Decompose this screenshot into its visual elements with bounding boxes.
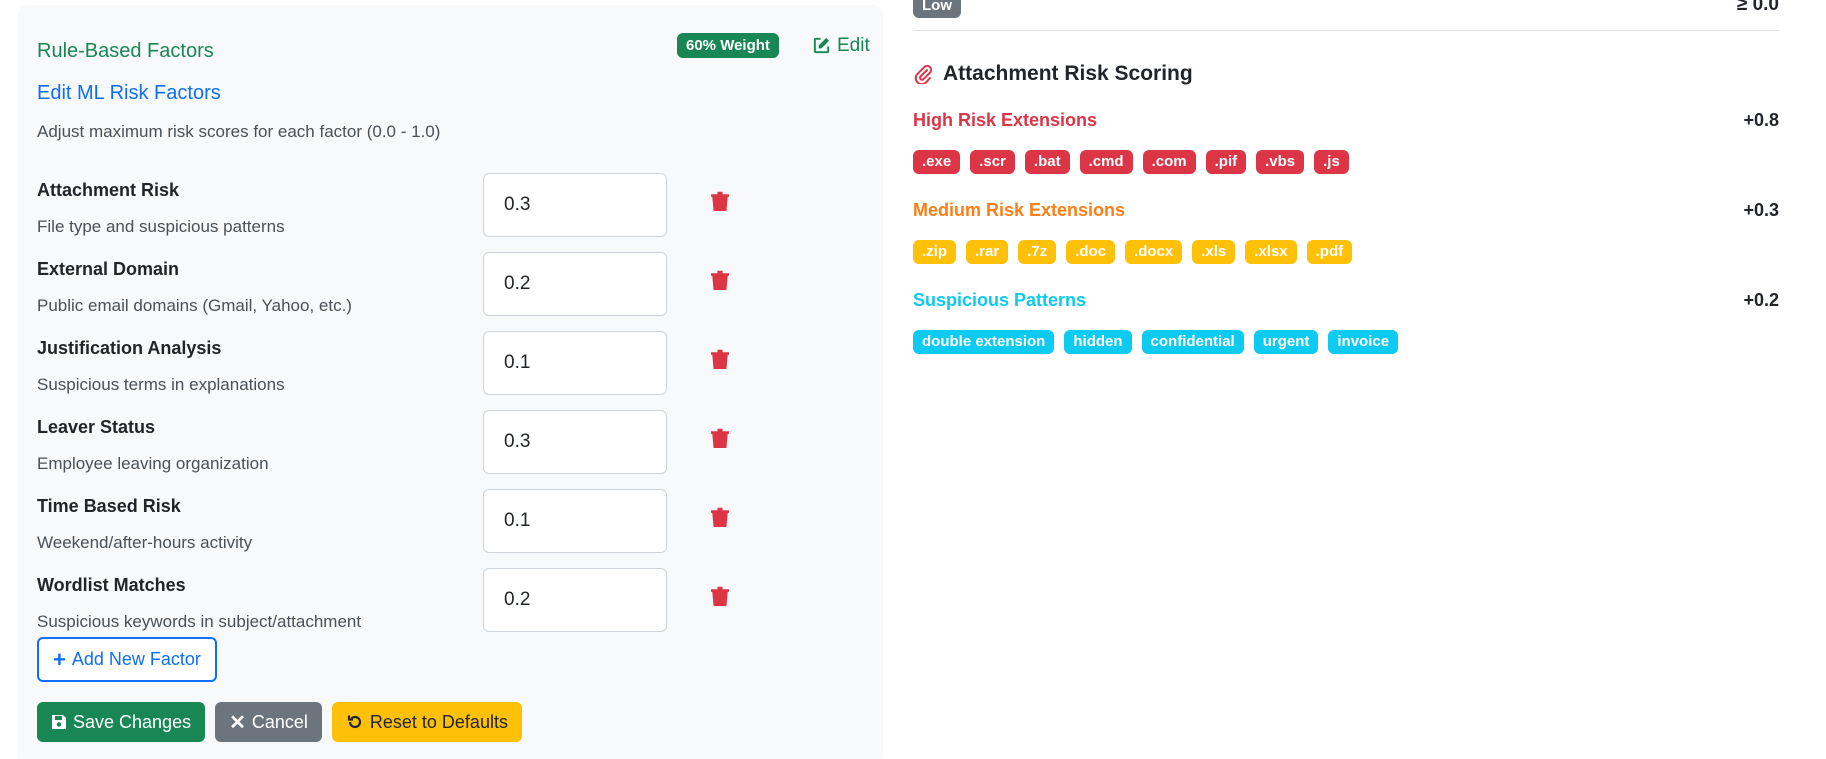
ml-factors-title[interactable]: Edit ML Risk Factors <box>37 82 221 105</box>
category-label: High Risk Extensions <box>913 110 1098 130</box>
extension-chip: .xlsx <box>1245 240 1297 264</box>
ml-factors-description: Adjust maximum risk scores for each fact… <box>37 122 441 141</box>
factor-score-input[interactable] <box>483 410 667 474</box>
save-icon <box>52 715 66 729</box>
trash-icon[interactable] <box>711 507 729 529</box>
factor-score-input[interactable] <box>483 173 667 237</box>
reset-defaults-button[interactable]: Reset to Defaults <box>331 702 522 742</box>
medium-risk-category: Medium Risk Extensions +0.3 <box>913 200 1779 224</box>
factor-description: File type and suspicious patterns <box>37 217 285 236</box>
extension-chip: .exe <box>913 150 961 174</box>
trash-icon[interactable] <box>711 270 729 292</box>
factor-score-input[interactable] <box>483 489 667 553</box>
factor-row: Attachment Risk File type and suspicious… <box>37 173 867 248</box>
high-risk-category: High Risk Extensions +0.8 <box>913 110 1779 134</box>
pattern-chip: hidden <box>1064 330 1132 354</box>
high-risk-chips: .exe .scr .bat .cmd .com .pif .vbs .js <box>913 150 1349 174</box>
add-factor-label: Add New Factor <box>71 649 201 669</box>
attachment-risk-panel: Low ≥ 0.0 Attachment Risk Scoring High R… <box>913 0 1779 759</box>
x-icon: ✕ <box>229 711 246 734</box>
edit-label: Edit <box>837 35 870 56</box>
paperclip-icon <box>914 64 933 84</box>
pattern-chip: confidential <box>1141 330 1244 354</box>
factor-score-input[interactable] <box>483 568 667 632</box>
trash-icon[interactable] <box>711 428 729 450</box>
add-factor-button[interactable]: + Add New Factor <box>37 637 217 682</box>
factor-name: Time Based Risk <box>37 496 181 516</box>
threshold-low-badge: Low <box>913 0 961 18</box>
factor-description: Suspicious keywords in subject/attachmen… <box>37 612 362 631</box>
category-label: Medium Risk Extensions <box>913 200 1126 220</box>
rule-based-title: Rule-Based Factors <box>37 40 214 62</box>
factor-row: Time Based Risk Weekend/after-hours acti… <box>37 489 867 564</box>
edit-button[interactable]: Edit <box>812 33 870 58</box>
divider <box>913 30 1779 31</box>
extension-chip: .vbs <box>1256 150 1305 174</box>
extension-chip: .js <box>1314 150 1349 174</box>
threshold-value: ≥ 0.0 <box>1736 0 1779 15</box>
weight-badge: 60% Weight <box>677 33 779 58</box>
action-buttons: Save Changes ✕ Cancel Reset to Defaults <box>37 702 522 742</box>
factor-name: External Domain <box>37 259 180 279</box>
extension-chip: .cmd <box>1079 150 1133 174</box>
extension-chip: .pdf <box>1306 240 1353 264</box>
rule-based-panel: Rule-Based Factors 60% Weight Edit Edit … <box>18 5 883 759</box>
factor-row: Justification Analysis Suspicious terms … <box>37 331 867 406</box>
factor-description: Public email domains (Gmail, Yahoo, etc.… <box>37 296 352 315</box>
extension-chip: .zip <box>913 240 956 264</box>
extension-chip: .pif <box>1205 150 1247 174</box>
cancel-button[interactable]: ✕ Cancel <box>215 702 322 742</box>
cancel-label: Cancel <box>251 711 308 732</box>
category-score: +0.3 <box>1743 200 1779 220</box>
attachment-scoring-label: Attachment Risk Scoring <box>943 62 1193 85</box>
suspicious-pattern-chips: double extension hidden confidential urg… <box>913 330 1399 354</box>
pattern-chip: double extension <box>913 330 1055 354</box>
extension-chip: .xls <box>1192 240 1236 264</box>
factor-score-input[interactable] <box>483 252 667 316</box>
medium-risk-chips: .zip .rar .7z .doc .docx .xls .xlsx .pdf <box>913 240 1353 264</box>
suspicious-patterns-category: Suspicious Patterns +0.2 <box>913 290 1779 314</box>
extension-chip: .7z <box>1018 240 1057 264</box>
reset-icon <box>347 715 361 729</box>
extension-chip: .rar <box>966 240 1009 264</box>
reset-label: Reset to Defaults <box>369 711 508 732</box>
factor-row: Leaver Status Employee leaving organizat… <box>37 410 867 485</box>
extension-chip: .doc <box>1066 240 1116 264</box>
category-score: +0.8 <box>1743 110 1779 130</box>
factor-name: Wordlist Matches <box>37 575 186 595</box>
factor-name: Justification Analysis <box>37 338 222 358</box>
factor-name: Leaver Status <box>37 417 156 437</box>
extension-chip: .com <box>1142 150 1196 174</box>
factor-description: Employee leaving organization <box>37 454 269 473</box>
save-button[interactable]: Save Changes <box>37 702 206 742</box>
rule-based-header: Rule-Based Factors 60% Weight Edit <box>37 33 870 69</box>
factor-description: Suspicious terms in explanations <box>37 375 285 394</box>
factor-row: Wordlist Matches Suspicious keywords in … <box>37 568 867 643</box>
factor-description: Weekend/after-hours activity <box>37 533 253 552</box>
category-score: +0.2 <box>1743 290 1779 310</box>
category-label: Suspicious Patterns <box>913 290 1087 310</box>
extension-chip: .scr <box>970 150 1015 174</box>
plus-icon: + <box>53 646 66 672</box>
trash-icon[interactable] <box>711 349 729 371</box>
save-label: Save Changes <box>73 711 192 732</box>
factor-score-input[interactable] <box>483 331 667 395</box>
pattern-chip: invoice <box>1328 330 1399 354</box>
edit-icon <box>813 37 830 54</box>
trash-icon[interactable] <box>711 586 729 608</box>
extension-chip: .bat <box>1024 150 1070 174</box>
trash-icon[interactable] <box>711 191 729 213</box>
factor-row: External Domain Public email domains (Gm… <box>37 252 867 327</box>
factor-name: Attachment Risk <box>37 180 180 200</box>
attachment-scoring-title: Attachment Risk Scoring <box>913 62 1193 86</box>
pattern-chip: urgent <box>1253 330 1319 354</box>
extension-chip: .docx <box>1125 240 1183 264</box>
